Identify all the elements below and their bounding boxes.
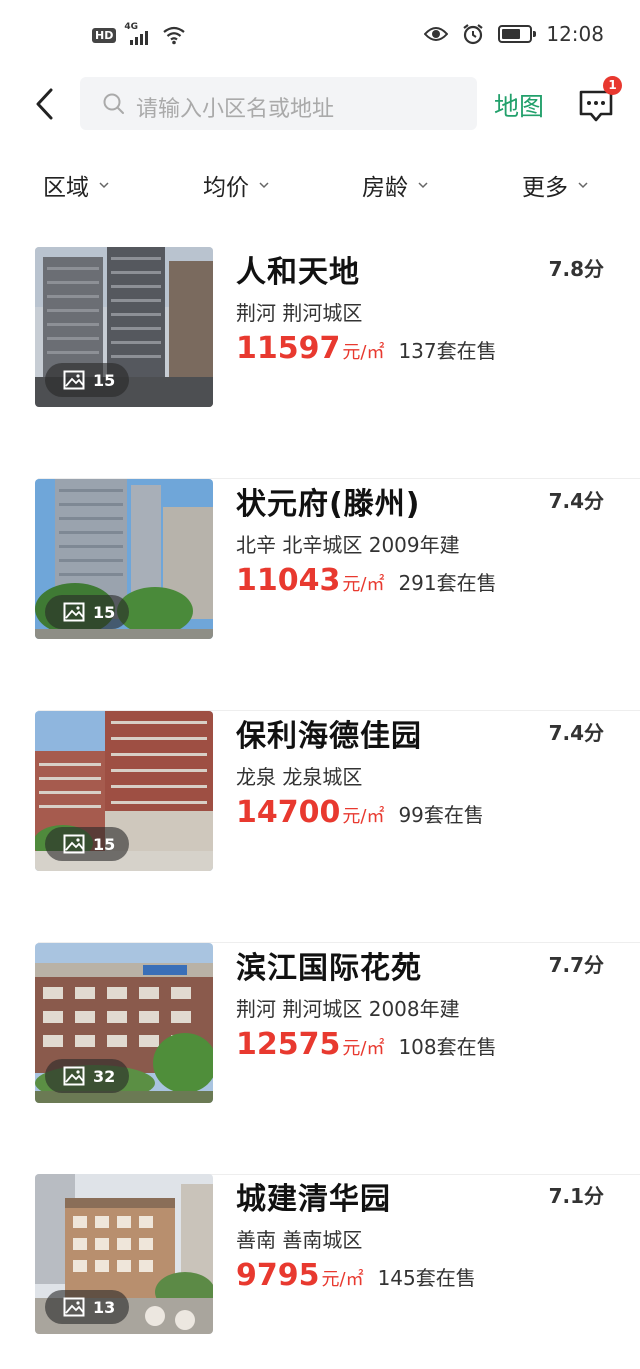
listing-card[interactable]: 15 人和天地 7.8分 荆河 荆河城区 11597 元/㎡ 137套在售	[0, 247, 640, 479]
listing-name: 城建清华园	[236, 1182, 391, 1217]
on-sale-count: 291套在售	[398, 571, 497, 595]
chevron-down-icon	[578, 182, 588, 189]
on-sale-count: 108套在售	[398, 1035, 497, 1059]
wifi-icon	[163, 26, 186, 45]
search-icon	[103, 93, 124, 114]
price-unit: 元/㎡	[342, 342, 385, 363]
listing-card[interactable]: 15 状元府(滕州) 7.4分 北辛 北辛城区 2009年建 11043 元/㎡…	[0, 479, 640, 711]
listing-card[interactable]: 32 滨江国际花苑 7.7分 荆河 荆河城区 2008年建 12575 元/㎡ …	[0, 943, 640, 1175]
chevron-down-icon	[418, 182, 428, 189]
back-arrow-icon[interactable]	[30, 86, 60, 122]
hd-indicator: HD	[92, 27, 117, 43]
search-placeholder: 请输入小区名或地址	[136, 97, 335, 122]
listing-price: 11043	[236, 563, 341, 598]
listing-location: 龙泉 龙泉城区	[236, 765, 363, 789]
photo-count-pill: 13	[45, 1290, 130, 1324]
price-unit: 元/㎡	[321, 1269, 364, 1290]
price-row: 14700 元/㎡ 99套在售	[236, 795, 484, 830]
battery-icon	[498, 25, 537, 43]
chevron-down-icon	[99, 182, 109, 189]
listing-score: 7.8分	[548, 257, 604, 281]
status-right: 12:08	[424, 22, 604, 46]
alarm-icon	[463, 24, 484, 45]
clock: 12:08	[546, 22, 604, 46]
photo-count-pill: 15	[45, 827, 130, 861]
eye-icon	[424, 27, 449, 41]
listing-name: 滨江国际花苑	[236, 951, 422, 986]
listing-score: 7.7分	[548, 953, 604, 977]
listing-score: 7.1分	[548, 1184, 604, 1208]
listing-price: 9795	[236, 1258, 320, 1293]
listing-price: 14700	[236, 795, 341, 830]
photo-count-pill: 15	[45, 595, 130, 629]
filter-age[interactable]: 房龄	[362, 168, 428, 202]
cellular-signal-icon: 4G	[124, 22, 154, 46]
listing-location: 北辛 北辛城区 2009年建	[236, 533, 460, 557]
listing-photo[interactable]: 15	[35, 247, 213, 407]
listing-photo[interactable]: 15	[35, 479, 213, 639]
listing-name: 状元府(滕州)	[236, 487, 421, 522]
price-row: 12575 元/㎡ 108套在售	[236, 1027, 497, 1062]
on-sale-count: 137套在售	[398, 339, 497, 363]
listing-card[interactable]: 15 保利海德佳园 7.4分 龙泉 龙泉城区 14700 元/㎡ 99套在售	[0, 711, 640, 943]
search-header: 请输入小区名或地址 地图 1	[0, 72, 640, 138]
price-row: 11597 元/㎡ 137套在售	[236, 331, 497, 366]
listing-name: 人和天地	[236, 255, 360, 290]
image-icon	[63, 834, 85, 854]
price-row: 9795 元/㎡ 145套在售	[236, 1258, 476, 1293]
map-button[interactable]: 地图	[494, 87, 544, 123]
listing-score: 7.4分	[548, 721, 604, 745]
listing-score: 7.4分	[548, 489, 604, 513]
price-unit: 元/㎡	[342, 574, 385, 595]
listing-price: 12575	[236, 1027, 341, 1062]
image-icon	[63, 1297, 85, 1317]
status-bar: HD 4G 12:08	[0, 0, 640, 72]
photo-count-pill: 32	[45, 1059, 130, 1093]
chevron-down-icon	[259, 182, 269, 189]
listing-price: 11597	[236, 331, 341, 366]
filter-bar: 区域 均价 房龄 更多	[0, 158, 640, 212]
listing-name: 保利海德佳园	[236, 719, 422, 754]
image-icon	[63, 370, 85, 390]
price-row: 11043 元/㎡ 291套在售	[236, 563, 497, 598]
listing-photo[interactable]: 15	[35, 711, 213, 871]
on-sale-count: 145套在售	[377, 1266, 476, 1290]
status-left: HD 4G	[92, 22, 186, 46]
listing-photo[interactable]: 32	[35, 943, 213, 1103]
filter-avg-price[interactable]: 均价	[203, 168, 269, 202]
photo-count-pill: 15	[45, 363, 130, 397]
filter-area[interactable]: 区域	[43, 168, 109, 202]
image-icon	[63, 602, 85, 622]
search-input[interactable]: 请输入小区名或地址	[80, 77, 477, 130]
message-badge: 1	[603, 76, 622, 95]
listing-location: 荆河 荆河城区	[236, 301, 363, 325]
filter-more[interactable]: 更多	[522, 168, 588, 202]
image-icon	[63, 1066, 85, 1086]
price-unit: 元/㎡	[342, 1038, 385, 1059]
listing-location: 荆河 荆河城区 2008年建	[236, 997, 460, 1021]
listing-photo[interactable]: 13	[35, 1174, 213, 1334]
on-sale-count: 99套在售	[398, 803, 484, 827]
listing-location: 善南 善南城区	[236, 1228, 363, 1252]
price-unit: 元/㎡	[342, 806, 385, 827]
listing-card[interactable]: 13 城建清华园 7.1分 善南 善南城区 9795 元/㎡ 145套在售	[0, 1174, 640, 1369]
